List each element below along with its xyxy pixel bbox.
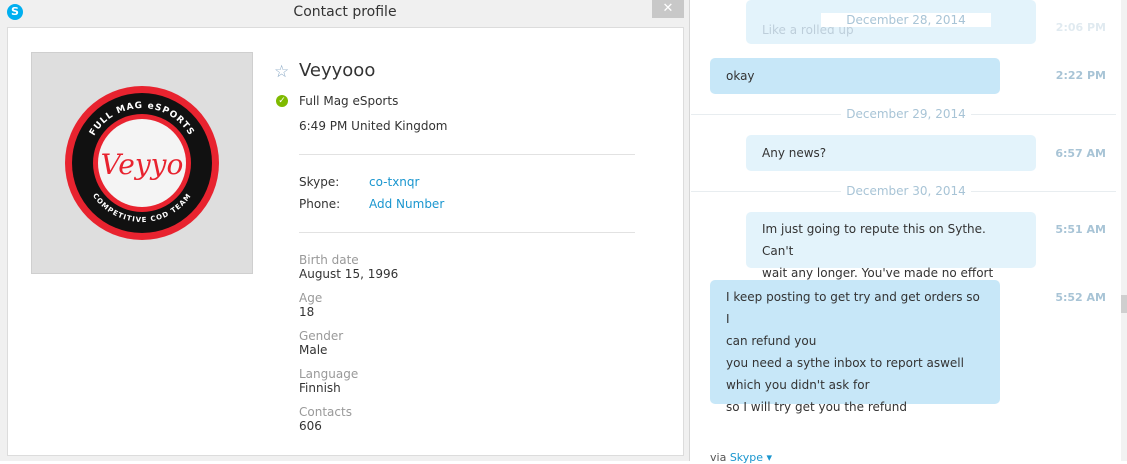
profile-panel: FULL MAG eSPORTS COMPETITIVE COD TEAM Ve… [7,27,684,456]
date-separator: December 30, 2014 [841,184,971,198]
birth-date-label: Birth date [299,253,359,267]
phone-label: Phone: [299,197,341,211]
avatar: FULL MAG eSPORTS COMPETITIVE COD TEAM Ve… [31,52,253,274]
message-time: 2:22 PM [1055,69,1106,82]
message-time: 5:51 AM [1055,223,1106,236]
message-time: 2:06 PM [1055,21,1106,34]
message-bubble[interactable]: Im just going to repute this on Sythe. C… [746,212,1036,280]
title-bar: S Contact profile ✕ [0,0,690,26]
mood-message: Full Mag eSports [299,94,399,108]
add-number-link[interactable]: Add Number [369,197,444,211]
contact-profile-dialog: S Contact profile ✕ FULL MAG eSPORTS COM… [0,0,690,461]
message-text-line: which you didn't ask for [726,378,870,392]
message-time: 5:52 AM [1055,291,1106,304]
message-text-line: can refund you [726,334,817,348]
message-text-line: so I will try get you the refund [726,400,907,414]
message-text: Any news? [762,146,827,160]
contacts-value: 606 [299,419,322,433]
date-separator: December 28, 2014 [821,13,991,27]
via-skype: via Skype ▾ [710,451,772,464]
skype-name-link[interactable]: co-txnqr [369,175,419,189]
via-prefix: via [710,451,727,464]
close-button[interactable]: ✕ [652,0,684,18]
chat-history[interactable]: Like a rolled up 2:06 PM December 28, 20… [691,0,1127,464]
online-status-icon: ✓ [276,95,288,107]
team-logo-icon: FULL MAG eSPORTS COMPETITIVE COD TEAM Ve… [65,86,219,240]
age-label: Age [299,291,323,305]
language-label: Language [299,367,359,381]
message-bubble[interactable]: okay [710,58,1000,94]
message-bubble[interactable]: I keep posting to get try and get orders… [710,280,1000,414]
local-time: 6:49 PM United Kingdom [299,119,448,133]
contact-name: Veyyooo [299,60,376,81]
birth-date-value: August 15, 1996 [299,267,399,281]
dialog-title: Contact profile [293,4,397,20]
favorite-star-icon[interactable]: ☆ [274,62,289,82]
skype-label: Skype: [299,175,340,189]
message-text: okay [726,69,755,83]
age-value: 18 [299,305,315,319]
contacts-label: Contacts [299,405,352,419]
divider [299,154,635,155]
language-value: Finnish [299,381,341,395]
message-text-line: I keep posting to get try and get orders… [726,290,980,326]
message-time: 6:57 AM [1055,147,1106,160]
scrollbar-thumb[interactable] [1121,295,1127,313]
gender-value: Male [299,343,328,357]
message-bubble[interactable]: Any news? [746,135,1036,171]
message-text-line: you need a sythe inbox to report aswell [726,356,964,370]
gender-label: Gender [299,329,344,343]
via-skype-link[interactable]: Skype ▾ [730,451,772,464]
logo-center-text: Veyyo [101,148,184,181]
divider [299,232,635,233]
chat-scrollbar[interactable] [1121,0,1127,461]
date-separator: December 29, 2014 [841,107,971,121]
message-text-line: Im just going to repute this on Sythe. C… [762,222,986,258]
